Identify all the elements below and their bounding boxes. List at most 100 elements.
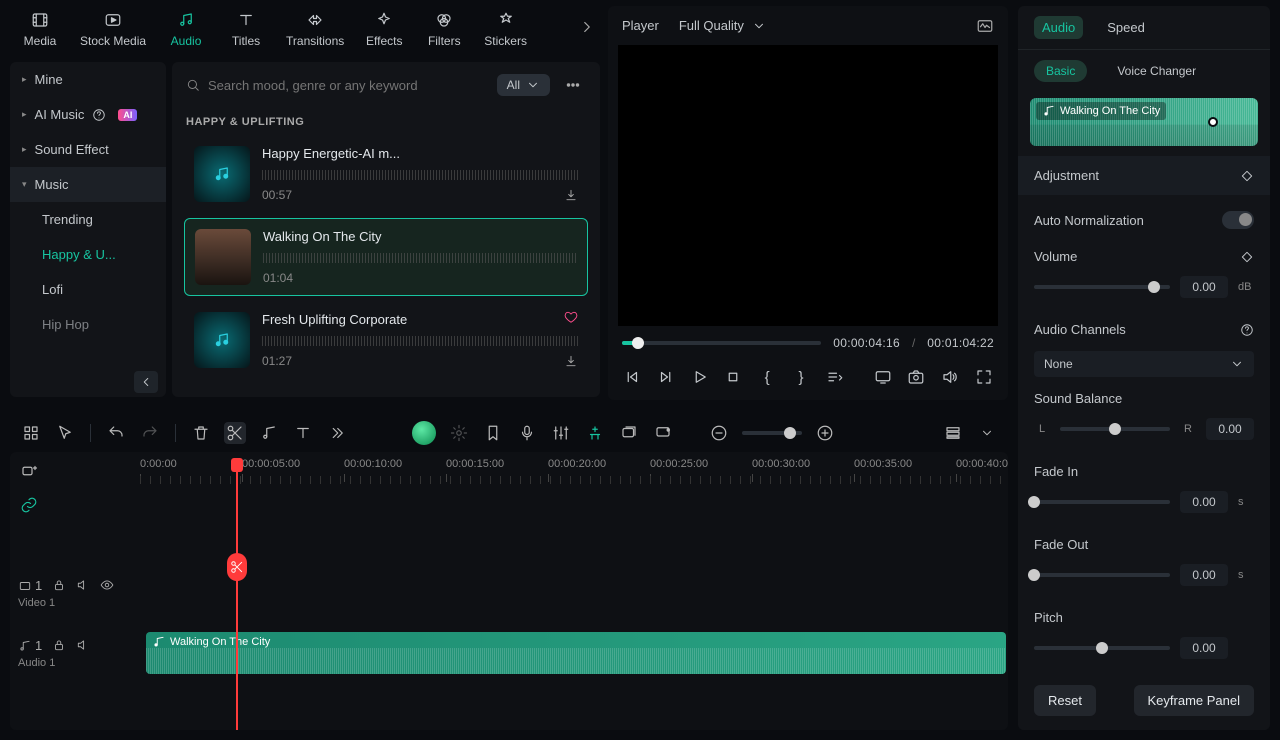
tab-stock-media[interactable]: Stock Media (70, 4, 156, 54)
playhead[interactable] (236, 458, 238, 730)
track-menu-button[interactable] (976, 422, 998, 444)
group-button[interactable] (584, 422, 606, 444)
sidebar-item-music[interactable]: Music (10, 167, 166, 202)
tab-audio[interactable]: Audio (156, 4, 216, 54)
track-add-button[interactable] (18, 460, 40, 482)
tab-filters[interactable]: Filters (414, 4, 474, 54)
audio-mixer-button[interactable] (550, 422, 572, 444)
pointer-tool-button[interactable] (54, 422, 76, 444)
quality-dropdown[interactable]: Full Quality (673, 16, 772, 35)
snapshot-button[interactable] (907, 366, 927, 388)
audio-track[interactable]: 1 Audio 1 Walking On The City (10, 632, 1008, 682)
audio-clip[interactable]: Walking On The City (146, 632, 1006, 674)
beat-detect-button[interactable] (258, 422, 280, 444)
pitch-slider[interactable] (1034, 646, 1170, 650)
fade-in-slider[interactable] (1034, 500, 1170, 504)
keyframe-panel-button[interactable]: Keyframe Panel (1134, 685, 1255, 716)
fade-out-value[interactable]: 0.00 (1180, 564, 1228, 586)
chevron-right-icon[interactable] (578, 18, 596, 36)
tab-speed-props[interactable]: Speed (1099, 16, 1153, 39)
mark-in-button[interactable]: { (757, 366, 777, 388)
eye-icon[interactable] (100, 578, 114, 592)
track-row[interactable]: Fresh Uplifting Corporate 01:27 (184, 302, 588, 378)
delete-button[interactable] (190, 422, 212, 444)
frame-back-button[interactable] (622, 366, 642, 388)
lock-icon[interactable] (52, 578, 66, 592)
text-tool-button[interactable] (292, 422, 314, 444)
fullscreen-button[interactable] (974, 366, 994, 388)
search-input[interactable] (208, 78, 487, 93)
download-button[interactable] (564, 188, 578, 202)
subtab-basic[interactable]: Basic (1034, 60, 1087, 82)
tab-stickers[interactable]: Stickers (474, 4, 537, 54)
scrub-handle[interactable] (632, 337, 644, 349)
tab-effects[interactable]: Effects (354, 4, 414, 54)
cut-button[interactable] (224, 422, 246, 444)
mark-out-button[interactable]: } (791, 366, 811, 388)
sidebar-child-trending[interactable]: Trending (10, 202, 166, 237)
balance-value[interactable]: 0.00 (1206, 418, 1254, 440)
sidebar-item-mine[interactable]: Mine (10, 62, 166, 97)
voiceover-button[interactable] (516, 422, 538, 444)
render-preview-button[interactable] (448, 422, 470, 444)
fade-in-value[interactable]: 0.00 (1180, 491, 1228, 513)
zoom-out-button[interactable] (708, 422, 730, 444)
sidebar-item-ai-music[interactable]: AI Music AI (10, 97, 166, 132)
sidebar-child-hiphop[interactable]: Hip Hop (10, 307, 166, 342)
diamond-icon[interactable] (1240, 169, 1254, 183)
zoom-slider[interactable] (742, 431, 802, 435)
stats-button[interactable] (976, 17, 994, 35)
volume-value[interactable]: 0.00 (1180, 276, 1228, 298)
reset-button[interactable]: Reset (1034, 685, 1096, 716)
undo-button[interactable] (105, 422, 127, 444)
scrub-bar[interactable] (622, 341, 821, 345)
speaker-icon[interactable] (76, 578, 90, 592)
download-button[interactable] (564, 354, 578, 368)
track-row[interactable]: Happy Energetic-AI m... 00:57 (184, 136, 588, 212)
tab-audio-props[interactable]: Audio (1034, 16, 1083, 39)
frame-forward-button[interactable] (656, 366, 676, 388)
stop-button[interactable] (723, 366, 743, 388)
volume-slider[interactable] (1034, 285, 1170, 289)
layout-grid-button[interactable] (20, 422, 42, 444)
preview-window-button[interactable] (873, 366, 893, 388)
question-icon[interactable] (1240, 323, 1254, 337)
marker-button[interactable] (482, 422, 504, 444)
section-adjustment[interactable]: Adjustment (1018, 156, 1270, 195)
more-tools-button[interactable] (326, 422, 348, 444)
tab-transitions[interactable]: Transitions (276, 4, 354, 54)
diamond-icon[interactable] (1240, 250, 1254, 264)
redo-button[interactable] (139, 422, 161, 444)
play-button[interactable] (690, 366, 710, 388)
speaker-icon[interactable] (76, 638, 90, 652)
balance-slider[interactable] (1060, 427, 1170, 431)
player-viewport[interactable] (618, 45, 998, 326)
track-options-button[interactable] (942, 422, 964, 444)
video-track[interactable]: 1 Video 1 (10, 572, 1008, 622)
record-screen-button[interactable] (652, 422, 674, 444)
audio-channels-select[interactable]: None (1034, 351, 1254, 377)
mute-button[interactable] (940, 366, 960, 388)
ai-assistant-button[interactable] (412, 421, 436, 445)
zoom-in-button[interactable] (814, 422, 836, 444)
lock-icon[interactable] (52, 638, 66, 652)
filter-all-dropdown[interactable]: All (497, 74, 550, 96)
sidebar-child-lofi[interactable]: Lofi (10, 272, 166, 307)
sidebar-item-sound-effect[interactable]: Sound Effect (10, 132, 166, 167)
playhead-cut-indicator[interactable] (227, 553, 247, 581)
clip-preview[interactable]: Walking On The City (1030, 98, 1258, 146)
sidebar-child-happy[interactable]: Happy & U... (10, 237, 166, 272)
tab-titles[interactable]: Titles (216, 4, 276, 54)
sidebar-collapse-button[interactable] (134, 371, 158, 393)
preview-menu-button[interactable] (825, 366, 845, 388)
playhead-handle[interactable] (231, 458, 243, 472)
more-options-button[interactable] (560, 72, 586, 98)
track-row[interactable]: Walking On The City 01:04 (184, 218, 588, 296)
pitch-value[interactable]: 0.00 (1180, 637, 1228, 659)
fade-out-slider[interactable] (1034, 573, 1170, 577)
link-toggle-button[interactable] (18, 494, 40, 516)
subtab-voice-changer[interactable]: Voice Changer (1105, 60, 1208, 82)
clip-keyframe-handle[interactable] (1208, 117, 1218, 127)
adjustment-layer-button[interactable] (618, 422, 640, 444)
auto-norm-toggle[interactable] (1222, 211, 1254, 229)
